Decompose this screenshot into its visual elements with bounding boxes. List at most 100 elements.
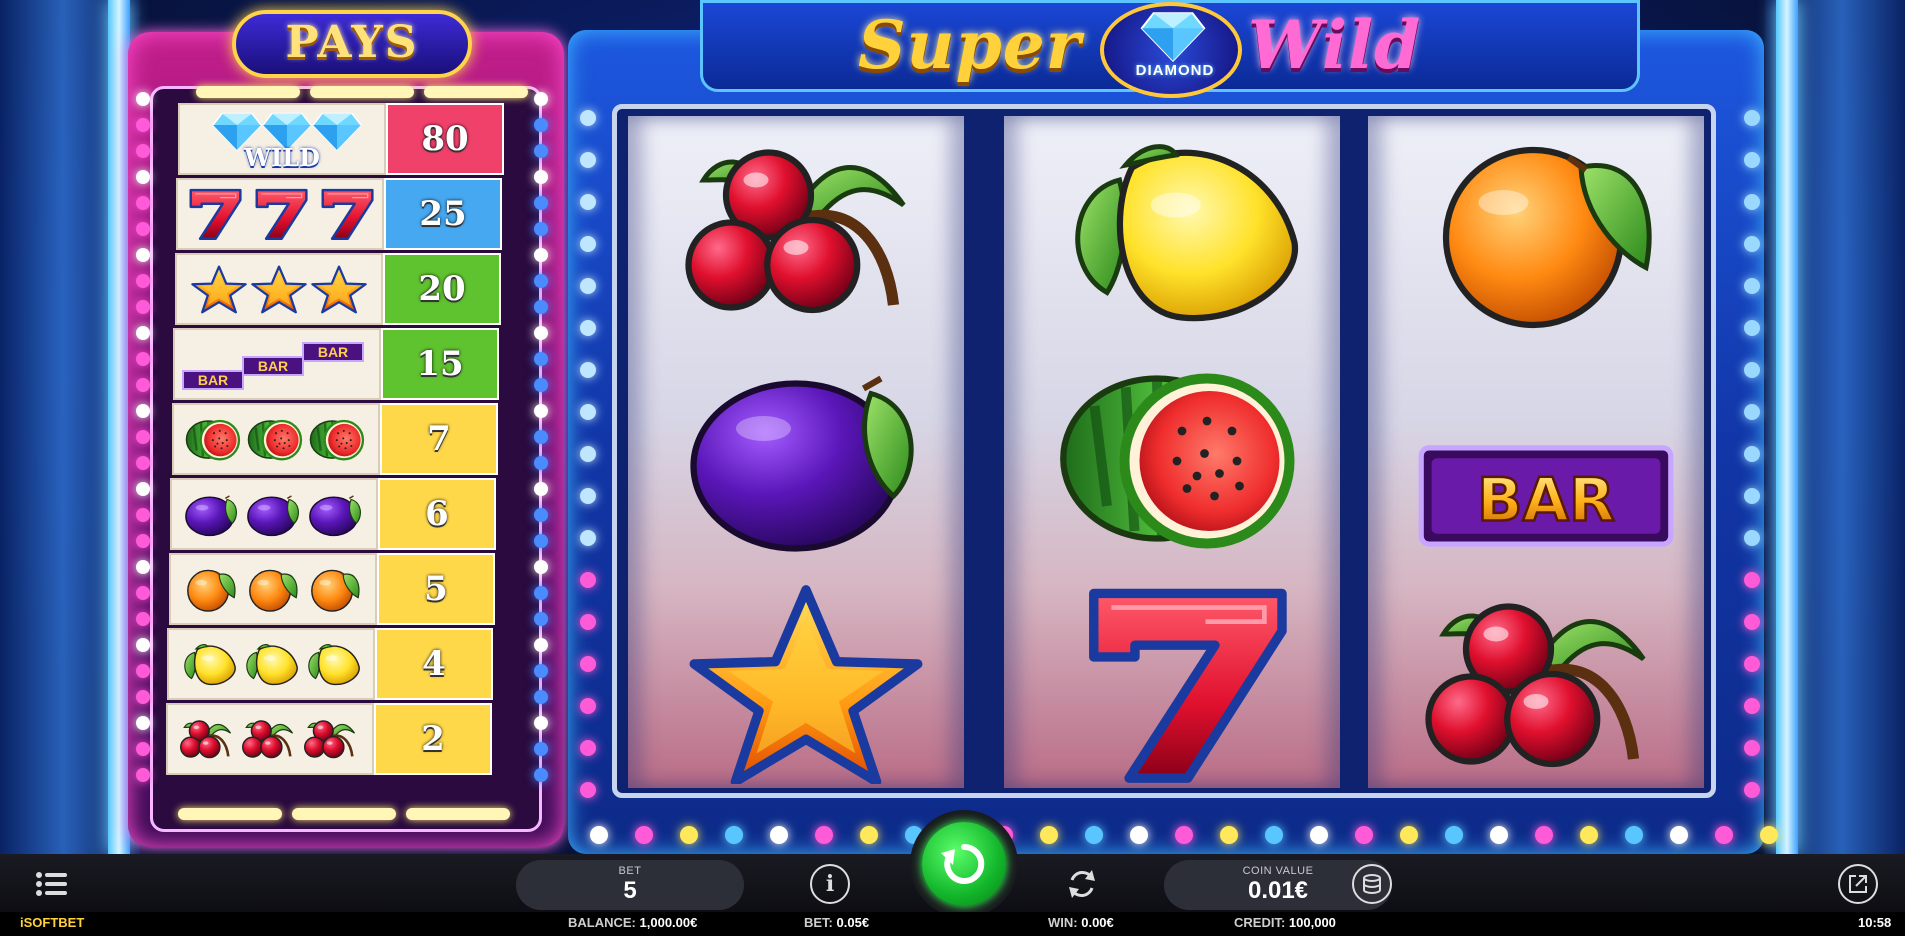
light-bulb <box>534 586 548 600</box>
light-bulb <box>136 768 150 782</box>
light-bulb <box>534 534 548 548</box>
light-bulb <box>1744 572 1760 588</box>
light-bulb <box>1744 110 1760 126</box>
light-bulb <box>534 222 548 236</box>
light-bulb <box>1580 826 1598 844</box>
light-bulb <box>136 404 150 418</box>
win-value: 0.00€ <box>1081 915 1114 930</box>
brand-logo: iSOFTBET <box>20 915 85 930</box>
game-title-wild: Wild <box>1248 6 1422 84</box>
paytable-payout: 80 <box>386 103 504 175</box>
light-bulb <box>580 446 596 462</box>
light-bulb <box>534 664 548 678</box>
external-link-icon <box>1849 875 1867 893</box>
light-bulb <box>1744 656 1760 672</box>
light-bulb <box>1744 404 1760 420</box>
spin-button[interactable] <box>910 810 1018 918</box>
light-bulb <box>1744 362 1760 378</box>
light-bulb <box>136 378 150 392</box>
light-bulb <box>1535 826 1553 844</box>
light-bulb <box>136 612 150 626</box>
light-bulb <box>534 482 548 496</box>
light-bulb <box>534 118 548 132</box>
light-bulb <box>1625 826 1643 844</box>
light-bulb <box>136 430 150 444</box>
bet-label: BET <box>618 865 642 877</box>
credit-display: CREDIT: 100,000 <box>1234 915 1336 930</box>
paytable-payout: 6 <box>378 478 496 550</box>
light-bulb <box>136 586 150 600</box>
light-bulb <box>534 326 548 340</box>
external-link-button[interactable] <box>1838 864 1878 904</box>
game-title-super: Super <box>858 6 1082 84</box>
light-bulb <box>1085 826 1103 844</box>
light-bulb <box>534 170 548 184</box>
orange-symbol <box>244 565 302 613</box>
light-bulb <box>580 782 596 798</box>
seven-symbol <box>1052 584 1312 784</box>
light-bulb <box>136 560 150 574</box>
light-bulb <box>1744 278 1760 294</box>
lemon-symbol <box>242 640 300 688</box>
left-light-pillar <box>108 0 130 854</box>
credit-value: 100,000 <box>1288 915 1336 930</box>
light-bulb <box>534 456 548 470</box>
spin-icon <box>941 843 985 884</box>
light-bulb <box>534 248 548 262</box>
light-bulb <box>136 118 150 132</box>
menu-button[interactable] <box>32 864 72 904</box>
game-title-diamond-badge: DIAMOND <box>1100 2 1242 98</box>
light-bulb <box>580 110 596 126</box>
light-bulb <box>1715 826 1733 844</box>
light-bulb <box>1744 446 1760 462</box>
paytable-combo <box>169 553 377 625</box>
paytable-top-lights <box>196 86 528 100</box>
light-bulb <box>580 614 596 630</box>
light-bulb <box>1220 826 1238 844</box>
bar-tile: BAR <box>182 370 244 390</box>
orange-symbol <box>182 565 240 613</box>
light-bulb <box>1744 614 1760 630</box>
plum-symbol <box>183 490 241 538</box>
bet-selector[interactable]: BET 5 <box>516 860 744 910</box>
light-bulb <box>136 170 150 184</box>
light-bulb <box>1760 826 1778 844</box>
bar-tile: BAR <box>302 342 364 362</box>
bet-value: 5 <box>623 877 637 904</box>
wild-label: WILD <box>244 143 320 172</box>
paytable-combo <box>170 478 378 550</box>
light-bulb <box>534 300 548 314</box>
paytable-right-lights <box>534 92 550 782</box>
autoplay-button[interactable] <box>1062 864 1102 904</box>
watermelon-symbol <box>185 415 243 463</box>
credit-label: CREDIT: <box>1234 915 1286 930</box>
star-symbol <box>191 264 247 314</box>
info-button[interactable]: i <box>810 864 850 904</box>
paytable-left-lights <box>136 92 152 782</box>
status-bar <box>0 912 1905 936</box>
light-bulb <box>580 740 596 756</box>
light-bulb <box>580 488 596 504</box>
light-bulb <box>534 274 548 288</box>
paytable-row: 7 <box>172 403 498 475</box>
paytable-row: BAR BAR BAR 15 <box>173 328 499 400</box>
bar-tile: BAR <box>242 356 304 376</box>
balance-value: 1,000.00€ <box>639 915 698 930</box>
paytable-payout: 7 <box>380 403 498 475</box>
light-bulb <box>136 456 150 470</box>
lemon-symbol <box>304 640 362 688</box>
coins-button[interactable] <box>1352 864 1392 904</box>
light-bulb <box>580 698 596 714</box>
paytable-row: 25 <box>176 178 502 250</box>
watermelon-symbol <box>1052 356 1312 556</box>
seven-symbol <box>183 186 245 242</box>
light-bulb <box>580 278 596 294</box>
paytable-row: 5 <box>169 553 495 625</box>
light-bulb <box>1400 826 1418 844</box>
total-bet-value: 0.05€ <box>836 915 870 930</box>
light-bulb <box>534 716 548 730</box>
paytable-payout: 2 <box>374 703 492 775</box>
menu-icon <box>36 872 67 896</box>
light-bulb <box>1130 826 1148 844</box>
light-bulb <box>580 656 596 672</box>
